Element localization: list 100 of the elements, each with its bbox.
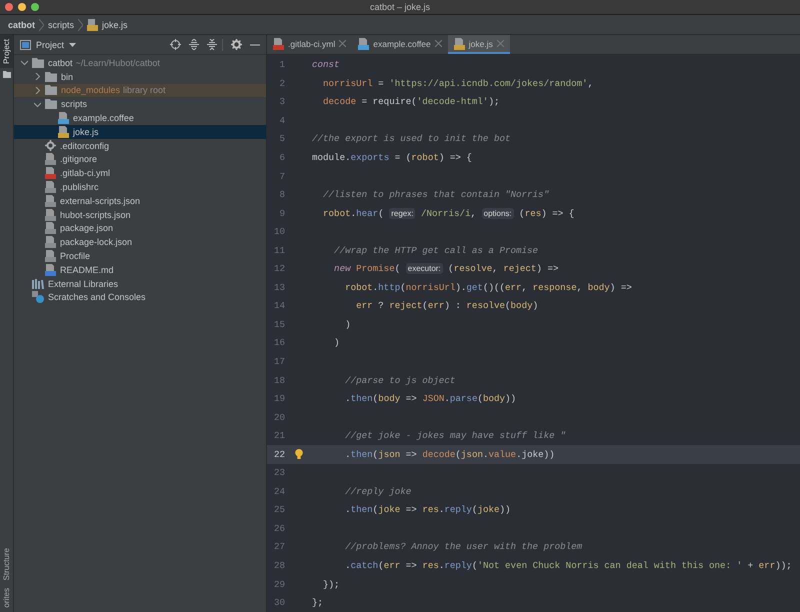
line-number: 2 <box>278 78 285 89</box>
close-button[interactable] <box>5 3 13 11</box>
tree-item[interactable]: Scratches and Consoles <box>14 290 266 304</box>
tree-item[interactable]: external-scripts.json <box>14 194 266 208</box>
line-number: 18 <box>272 374 285 386</box>
file-icon <box>45 167 56 180</box>
file-icon <box>45 194 56 207</box>
library-icon <box>32 278 44 289</box>
editor-tab[interactable]: .gitlab-ci.yml <box>267 35 352 54</box>
tree-item[interactable]: Procfile <box>14 249 266 263</box>
code-line: robot.http(norrisUrl).get()((err, response, body) => <box>344 282 632 293</box>
code-line: ) <box>344 318 351 330</box>
file-icon <box>45 208 56 221</box>
code-line: }); <box>322 578 340 590</box>
file-icon <box>358 38 370 50</box>
code-line: .catch(err => res.reply('Not even Chuck Norris can deal with this one: ' + err)); <box>344 560 792 572</box>
tree-item[interactable]: .publishrc <box>14 180 266 194</box>
line-number: 16 <box>272 337 285 348</box>
code-line: const <box>312 59 340 70</box>
code-line: //get joke - jokes may have stuff like " <box>344 430 566 442</box>
code-line: .then(body => JSON.parse(body)) <box>344 393 516 404</box>
code-line: //problems? Annoy the user with the problem <box>344 541 582 552</box>
code-line: .then(joke => res.reply(joke)) <box>344 504 511 516</box>
tree-item[interactable]: bin <box>14 70 266 84</box>
lightbulb-icon[interactable] <box>294 449 302 460</box>
code-line: norrisUrl = 'https://api.icndb.com/jokes/random', <box>322 78 594 89</box>
locate-icon[interactable] <box>170 39 181 50</box>
file-icon <box>45 236 56 248</box>
line-number: 8 <box>278 189 285 200</box>
file-icon <box>45 264 56 276</box>
tree-item[interactable]: .editorconfig <box>14 138 266 153</box>
tool-window-tab[interactable]: orites <box>0 584 13 612</box>
code-line: module.exports = (robot) => { <box>312 152 472 163</box>
tree-item[interactable]: package-lock.json <box>14 235 266 250</box>
file-icon <box>45 222 56 234</box>
line-number: 5 <box>278 133 285 144</box>
line-number: 9 <box>278 208 285 219</box>
chevron-icon <box>78 18 84 30</box>
breadcrumb-item[interactable]: scripts <box>48 20 74 30</box>
code-line: err ? reject(err) : resolve(body) <box>355 300 538 312</box>
tree-item[interactable]: scripts <box>14 97 266 112</box>
collapse-all-icon[interactable] <box>207 39 217 50</box>
line-number: 20 <box>272 412 285 423</box>
line-number: 6 <box>278 152 285 163</box>
line-number: 23 <box>272 467 285 478</box>
tree-item[interactable]: package.json <box>14 222 266 236</box>
code-line: .then(json => decode(json.value.joke)) <box>344 448 555 460</box>
code-line: }; <box>312 597 324 608</box>
chevron-icon <box>39 18 44 30</box>
tree-item[interactable]: README.md <box>14 262 266 277</box>
breadcrumb-item[interactable]: catbot <box>8 20 35 30</box>
file-icon <box>273 38 284 50</box>
line-number: 22 <box>272 448 285 460</box>
line-number: 14 <box>272 300 285 312</box>
editor-tab[interactable]: joke.js <box>448 35 510 54</box>
code-line: //parse to js object <box>344 374 456 386</box>
tree-item[interactable]: example.coffee <box>14 111 266 125</box>
tree-item[interactable]: External Libraries <box>14 276 266 291</box>
code-line: ) <box>333 337 340 348</box>
line-number: 28 <box>272 560 285 572</box>
expand-all-icon[interactable] <box>189 39 199 50</box>
tree-item[interactable]: hubot-scripts.json <box>14 208 266 222</box>
line-number: 19 <box>272 393 285 404</box>
js-file-icon <box>87 18 98 30</box>
editor-tab[interactable]: example.coffee <box>352 35 448 54</box>
line-number: 12 <box>272 263 285 274</box>
tree-item[interactable]: .gitlab-ci.yml <box>14 166 266 180</box>
line-number: 29 <box>272 578 285 590</box>
caret-icon[interactable] <box>69 42 76 46</box>
minimize-button[interactable] <box>18 3 26 11</box>
zoom-button[interactable] <box>31 3 39 11</box>
breadcrumb-item[interactable]: joke.js <box>102 20 128 30</box>
file-icon <box>58 112 69 124</box>
line-number: 15 <box>272 318 285 330</box>
tree-item[interactable]: catbot ~/Learn/Hubot/catbot <box>14 56 266 70</box>
line-number: 24 <box>272 486 285 497</box>
tool-window-tab[interactable]: Project <box>0 35 13 68</box>
tab-label: example.coffee <box>373 38 431 48</box>
file-icon <box>45 250 56 262</box>
minimize-icon[interactable] <box>250 44 260 46</box>
file-icon <box>45 181 56 194</box>
tree-item[interactable]: .gitignore <box>14 152 266 166</box>
panel-title-dropdown[interactable]: Project <box>36 40 64 50</box>
file-icon <box>454 38 465 50</box>
line-number: 17 <box>272 356 285 368</box>
tree-item[interactable]: joke.js <box>14 124 266 139</box>
code-line: //the export is used to init the bot <box>312 133 510 144</box>
line-number: 11 <box>272 244 285 256</box>
tab-label: .gitlab-ci.yml <box>288 38 336 48</box>
line-number: 10 <box>272 226 285 238</box>
panel-view-icon <box>20 40 31 50</box>
window-title: catbot – joke.js <box>370 2 430 12</box>
line-number: 21 <box>272 430 285 442</box>
tool-window-tab[interactable]: Structure <box>0 544 13 584</box>
folder-icon <box>45 85 57 96</box>
code-line: //reply joke <box>344 486 412 497</box>
line-number: 7 <box>278 170 285 182</box>
settings-icon[interactable] <box>231 39 242 50</box>
tab-label: joke.js <box>468 38 493 48</box>
code-line: robot.hear( regex: /Norris/i, options: (res) => { <box>322 208 574 219</box>
